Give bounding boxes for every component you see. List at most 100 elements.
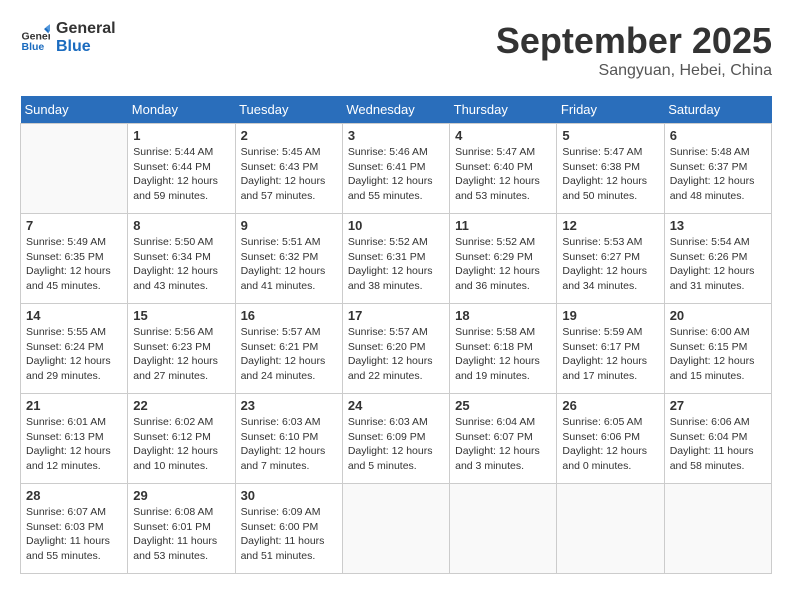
- day-info: Sunrise: 6:05 AM Sunset: 6:06 PM Dayligh…: [562, 415, 658, 474]
- day-info: Sunrise: 6:00 AM Sunset: 6:15 PM Dayligh…: [670, 325, 766, 384]
- calendar-cell: 21 Sunrise: 6:01 AM Sunset: 6:13 PM Dayli…: [21, 394, 128, 484]
- header-saturday: Saturday: [664, 96, 771, 124]
- day-info: Sunrise: 6:03 AM Sunset: 6:09 PM Dayligh…: [348, 415, 444, 474]
- calendar-cell: 17Sunrise: 5:57 AM Sunset: 6:20 PM Dayli…: [342, 304, 449, 394]
- day-number: 10: [348, 218, 444, 233]
- page-header: General Blue General Blue September 2025…: [20, 20, 772, 80]
- day-number: 16: [241, 308, 337, 323]
- day-info: Sunrise: 6:08 AM Sunset: 6:01 PM Dayligh…: [133, 505, 229, 564]
- day-info: Sunrise: 6:04 AM Sunset: 6:07 PM Dayligh…: [455, 415, 551, 474]
- day-info: Sunrise: 5:56 AM Sunset: 6:23 PM Dayligh…: [133, 325, 229, 384]
- day-number: 1: [133, 128, 229, 143]
- day-info: Sunrise: 5:46 AM Sunset: 6:41 PM Dayligh…: [348, 145, 444, 204]
- day-info: Sunrise: 5:57 AM Sunset: 6:20 PM Dayligh…: [348, 325, 444, 384]
- day-info: Sunrise: 5:47 AM Sunset: 6:38 PM Dayligh…: [562, 145, 658, 204]
- day-number: 14: [26, 308, 122, 323]
- day-info: Sunrise: 6:06 AM Sunset: 6:04 PM Dayligh…: [670, 415, 766, 474]
- calendar-cell: [342, 484, 449, 574]
- day-number: 13: [670, 218, 766, 233]
- day-info: Sunrise: 5:47 AM Sunset: 6:40 PM Dayligh…: [455, 145, 551, 204]
- day-info: Sunrise: 6:09 AM Sunset: 6:00 PM Dayligh…: [241, 505, 337, 564]
- calendar-cell: 13 Sunrise: 5:54 AM Sunset: 6:26 PM Dayli…: [664, 214, 771, 304]
- calendar-cell: 22Sunrise: 6:02 AM Sunset: 6:12 PM Dayli…: [128, 394, 235, 484]
- day-number: 6: [670, 128, 766, 143]
- calendar-cell: 1 Sunrise: 5:44 AM Sunset: 6:44 PM Daylig…: [128, 124, 235, 214]
- day-number: 11: [455, 218, 551, 233]
- day-number: 4: [455, 128, 551, 143]
- day-number: 30: [241, 488, 337, 503]
- day-number: 8: [133, 218, 229, 233]
- calendar-cell: 24 Sunrise: 6:03 AM Sunset: 6:09 PM Dayli…: [342, 394, 449, 484]
- svg-text:Blue: Blue: [22, 41, 45, 53]
- calendar-cell: 12Sunrise: 5:53 AM Sunset: 6:27 PM Dayli…: [557, 214, 664, 304]
- day-info: Sunrise: 5:52 AM Sunset: 6:29 PM Dayligh…: [455, 235, 551, 294]
- header-tuesday: Tuesday: [235, 96, 342, 124]
- day-number: 25: [455, 398, 551, 413]
- day-info: Sunrise: 5:59 AM Sunset: 6:17 PM Dayligh…: [562, 325, 658, 384]
- calendar-week-5: 28 Sunrise: 6:07 AM Sunset: 6:03 PM Dayli…: [21, 484, 772, 574]
- location: Sangyuan, Hebei, China: [496, 62, 772, 80]
- day-info: Sunrise: 5:49 AM Sunset: 6:35 PM Dayligh…: [26, 235, 122, 294]
- calendar-cell: 8 Sunrise: 5:50 AM Sunset: 6:34 PM Daylig…: [128, 214, 235, 304]
- day-info: Sunrise: 5:52 AM Sunset: 6:31 PM Dayligh…: [348, 235, 444, 294]
- logo-icon: General Blue: [20, 23, 50, 53]
- header-friday: Friday: [557, 96, 664, 124]
- logo-blue: Blue: [56, 38, 116, 56]
- day-number: 24: [348, 398, 444, 413]
- calendar-cell: [21, 124, 128, 214]
- day-number: 5: [562, 128, 658, 143]
- day-number: 9: [241, 218, 337, 233]
- calendar-cell: 9Sunrise: 5:51 AM Sunset: 6:32 PM Daylig…: [235, 214, 342, 304]
- day-info: Sunrise: 5:50 AM Sunset: 6:34 PM Dayligh…: [133, 235, 229, 294]
- day-number: 15: [133, 308, 229, 323]
- day-info: Sunrise: 5:58 AM Sunset: 6:18 PM Dayligh…: [455, 325, 551, 384]
- logo: General Blue General Blue: [20, 20, 116, 56]
- day-number: 23: [241, 398, 337, 413]
- calendar-header-row: SundayMondayTuesdayWednesdayThursdayFrid…: [21, 96, 772, 124]
- day-info: Sunrise: 5:55 AM Sunset: 6:24 PM Dayligh…: [26, 325, 122, 384]
- calendar-cell: 10 Sunrise: 5:52 AM Sunset: 6:31 PM Dayli…: [342, 214, 449, 304]
- day-info: Sunrise: 6:01 AM Sunset: 6:13 PM Dayligh…: [26, 415, 122, 474]
- calendar-cell: 19Sunrise: 5:59 AM Sunset: 6:17 PM Dayli…: [557, 304, 664, 394]
- calendar-cell: 7 Sunrise: 5:49 AM Sunset: 6:35 PM Daylig…: [21, 214, 128, 304]
- day-number: 20: [670, 308, 766, 323]
- calendar-week-3: 14 Sunrise: 5:55 AM Sunset: 6:24 PM Dayli…: [21, 304, 772, 394]
- day-info: Sunrise: 5:44 AM Sunset: 6:44 PM Dayligh…: [133, 145, 229, 204]
- calendar-cell: 18 Sunrise: 5:58 AM Sunset: 6:18 PM Dayli…: [450, 304, 557, 394]
- day-info: Sunrise: 6:03 AM Sunset: 6:10 PM Dayligh…: [241, 415, 337, 474]
- calendar-cell: 29 Sunrise: 6:08 AM Sunset: 6:01 PM Dayli…: [128, 484, 235, 574]
- calendar-table: SundayMondayTuesdayWednesdayThursdayFrid…: [20, 96, 772, 574]
- logo-general: General: [56, 20, 116, 38]
- calendar-cell: 3 Sunrise: 5:46 AM Sunset: 6:41 PM Daylig…: [342, 124, 449, 214]
- calendar-cell: 25 Sunrise: 6:04 AM Sunset: 6:07 PM Dayli…: [450, 394, 557, 484]
- calendar-cell: 23 Sunrise: 6:03 AM Sunset: 6:10 PM Dayli…: [235, 394, 342, 484]
- calendar-cell: 4 Sunrise: 5:47 AM Sunset: 6:40 PM Daylig…: [450, 124, 557, 214]
- day-info: Sunrise: 5:54 AM Sunset: 6:26 PM Dayligh…: [670, 235, 766, 294]
- calendar-cell: 15 Sunrise: 5:56 AM Sunset: 6:23 PM Dayli…: [128, 304, 235, 394]
- calendar-cell: 14 Sunrise: 5:55 AM Sunset: 6:24 PM Dayli…: [21, 304, 128, 394]
- day-number: 7: [26, 218, 122, 233]
- day-number: 27: [670, 398, 766, 413]
- header-monday: Monday: [128, 96, 235, 124]
- calendar-cell: [557, 484, 664, 574]
- calendar-cell: 26 Sunrise: 6:05 AM Sunset: 6:06 PM Dayli…: [557, 394, 664, 484]
- calendar-cell: 30 Sunrise: 6:09 AM Sunset: 6:00 PM Dayli…: [235, 484, 342, 574]
- day-number: 21: [26, 398, 122, 413]
- day-number: 28: [26, 488, 122, 503]
- day-number: 26: [562, 398, 658, 413]
- day-number: 29: [133, 488, 229, 503]
- calendar-cell: 5 Sunrise: 5:47 AM Sunset: 6:38 PM Daylig…: [557, 124, 664, 214]
- calendar-week-1: 1 Sunrise: 5:44 AM Sunset: 6:44 PM Daylig…: [21, 124, 772, 214]
- calendar-cell: 11 Sunrise: 5:52 AM Sunset: 6:29 PM Dayli…: [450, 214, 557, 304]
- day-number: 3: [348, 128, 444, 143]
- title-block: September 2025 Sangyuan, Hebei, China: [496, 20, 772, 80]
- day-info: Sunrise: 6:07 AM Sunset: 6:03 PM Dayligh…: [26, 505, 122, 564]
- calendar-cell: 28 Sunrise: 6:07 AM Sunset: 6:03 PM Dayli…: [21, 484, 128, 574]
- day-info: Sunrise: 5:48 AM Sunset: 6:37 PM Dayligh…: [670, 145, 766, 204]
- day-info: Sunrise: 5:45 AM Sunset: 6:43 PM Dayligh…: [241, 145, 337, 204]
- day-number: 12: [562, 218, 658, 233]
- calendar-cell: 6 Sunrise: 5:48 AM Sunset: 6:37 PM Daylig…: [664, 124, 771, 214]
- calendar-week-2: 7 Sunrise: 5:49 AM Sunset: 6:35 PM Daylig…: [21, 214, 772, 304]
- day-number: 22: [133, 398, 229, 413]
- day-number: 18: [455, 308, 551, 323]
